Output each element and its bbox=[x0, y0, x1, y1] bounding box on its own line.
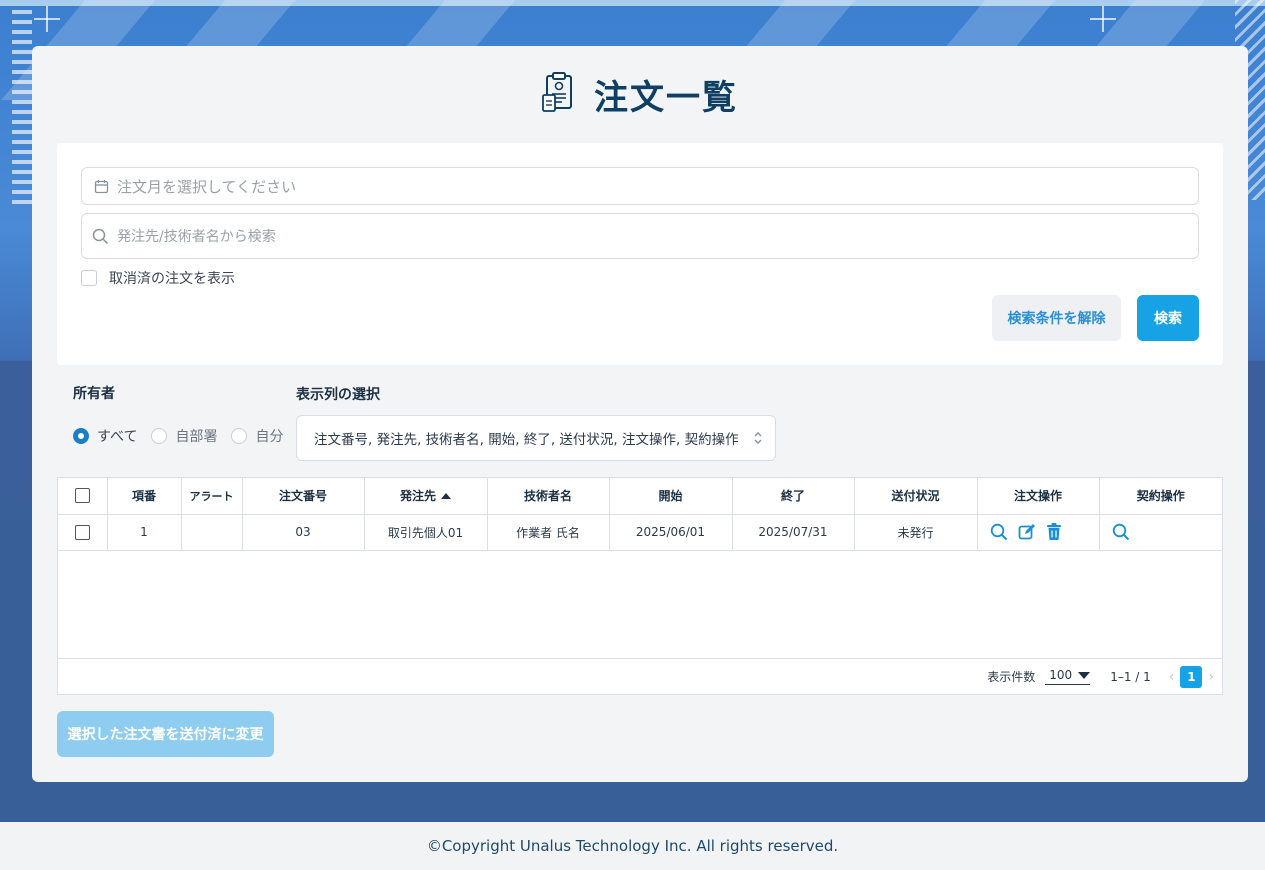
clear-filters-button[interactable]: 検索条件を解除 bbox=[992, 295, 1121, 341]
sort-ascending-icon bbox=[441, 493, 451, 500]
per-page-label: 表示件数 bbox=[987, 670, 1036, 684]
cell-end: 2025/07/31 bbox=[732, 514, 855, 551]
show-cancelled-toggle[interactable]: 取消済の注文を表示 bbox=[81, 268, 235, 288]
caret-down-icon bbox=[1078, 671, 1091, 679]
search-panel: 注文月を選択してください 発注先/技術者名から検索 取消済の注文を表示 検索条件… bbox=[57, 143, 1223, 365]
table-header-row: 項番 アラート 注文番号 発注先 技術者名 開始 終了 送付状況 注文操作 契約… bbox=[58, 478, 1222, 515]
column-select-label: 表示列の選択 bbox=[296, 387, 380, 403]
orders-table: 項番 アラート 注文番号 発注先 技術者名 開始 終了 送付状況 注文操作 契約… bbox=[57, 477, 1223, 695]
column-header-vendor[interactable]: 発注先 bbox=[364, 478, 488, 515]
prev-page-icon[interactable]: ‹ bbox=[1169, 669, 1175, 685]
cell-contract-actions bbox=[1099, 514, 1222, 551]
cell-no: 1 bbox=[107, 514, 182, 551]
show-cancelled-label: 取消済の注文を表示 bbox=[109, 271, 235, 287]
owner-option-label: すべて bbox=[97, 429, 138, 445]
owner-option-self[interactable]: 自分 bbox=[231, 426, 283, 446]
delete-order-icon[interactable] bbox=[1046, 523, 1062, 541]
search-icon bbox=[92, 228, 109, 245]
owner-label: 所有者 bbox=[73, 386, 115, 402]
search-button[interactable]: 検索 bbox=[1137, 295, 1199, 341]
order-list-icon bbox=[542, 71, 576, 117]
keyword-search-placeholder: 発注先/技術者名から検索 bbox=[117, 229, 276, 245]
next-page-icon[interactable]: › bbox=[1208, 669, 1214, 685]
pagination: 表示件数 100 1–1 / 1 ‹ 1 › bbox=[58, 658, 1222, 694]
owner-option-all[interactable]: すべて bbox=[73, 426, 137, 446]
column-header-vendor-label: 発注先 bbox=[399, 489, 436, 504]
radio-button[interactable] bbox=[231, 428, 248, 444]
column-header-order-no[interactable]: 注文番号 bbox=[242, 478, 365, 515]
cell-order-no: 03 bbox=[242, 514, 365, 551]
cell-vendor: 取引先個人01 bbox=[364, 514, 488, 551]
background-plus bbox=[1090, 6, 1116, 32]
order-month-picker[interactable]: 注文月を選択してください bbox=[81, 167, 1199, 205]
cell-engineer: 作業者 氏名 bbox=[487, 514, 610, 551]
keyword-search-input[interactable]: 発注先/技術者名から検索 bbox=[81, 213, 1199, 259]
footer: ©Copyright Unalus Technology Inc. All ri… bbox=[0, 822, 1265, 870]
cell-alert bbox=[181, 514, 243, 551]
column-header-start[interactable]: 開始 bbox=[609, 478, 733, 515]
row-select-cell bbox=[58, 514, 108, 551]
select-all-checkbox[interactable] bbox=[74, 488, 90, 504]
cell-start: 2025/06/01 bbox=[609, 514, 733, 551]
edit-order-icon[interactable] bbox=[1018, 523, 1036, 541]
cell-order-actions bbox=[977, 514, 1100, 551]
chevron-updown-icon bbox=[753, 430, 763, 450]
per-page-select[interactable]: 100 bbox=[1045, 668, 1091, 685]
copyright-text: ©Copyright Unalus Technology Inc. All ri… bbox=[426, 837, 839, 855]
table-row: 1 03 取引先個人01 作業者 氏名 2025/06/01 2025/07/3… bbox=[58, 514, 1222, 551]
column-header-no[interactable]: 項番 bbox=[107, 478, 182, 515]
owner-option-department[interactable]: 自部署 bbox=[151, 426, 217, 446]
show-cancelled-checkbox[interactable] bbox=[81, 270, 97, 286]
column-select-value: 注文番号, 発注先, 技術者名, 開始, 終了, 送付状況, 注文操作, 契約操… bbox=[314, 432, 739, 448]
page-range: 1–1 / 1 bbox=[1110, 669, 1151, 684]
select-all-cell bbox=[58, 478, 108, 515]
calendar-icon bbox=[94, 179, 109, 194]
mark-sent-button[interactable]: 選択した注文書を送付済に変更 bbox=[57, 711, 274, 757]
view-order-icon[interactable] bbox=[990, 523, 1008, 541]
column-header-status[interactable]: 送付状況 bbox=[854, 478, 978, 515]
page-title: 注文一覧 bbox=[594, 77, 738, 118]
background-topline bbox=[0, 0, 1265, 6]
owner-radio-group: すべて 自部署 自分 bbox=[73, 426, 297, 446]
owner-option-label: 自分 bbox=[255, 429, 284, 445]
column-header-order-actions: 注文操作 bbox=[977, 478, 1100, 515]
page-header: 注文一覧 bbox=[32, 70, 1248, 118]
page-button-current[interactable]: 1 bbox=[1180, 665, 1203, 688]
background-plus bbox=[34, 6, 60, 32]
cell-status: 未発行 bbox=[854, 514, 978, 551]
main-card: 注文一覧 注文月を選択してください 発注先/技術者名から検索 取消済の注文を表示… bbox=[32, 46, 1248, 782]
column-header-alert[interactable]: アラート bbox=[181, 478, 243, 515]
column-header-contract-actions: 契約操作 bbox=[1099, 478, 1222, 515]
per-page-value: 100 bbox=[1049, 668, 1073, 682]
radio-button[interactable] bbox=[73, 428, 89, 444]
view-contract-icon[interactable] bbox=[1112, 523, 1130, 541]
column-select[interactable]: 注文番号, 発注先, 技術者名, 開始, 終了, 送付状況, 注文操作, 契約操… bbox=[296, 415, 776, 461]
order-month-placeholder: 注文月を選択してください bbox=[117, 177, 297, 196]
row-checkbox[interactable] bbox=[74, 524, 90, 540]
radio-button[interactable] bbox=[151, 428, 168, 444]
background-bars bbox=[12, 10, 32, 210]
owner-option-label: 自部署 bbox=[175, 429, 218, 445]
column-header-engineer[interactable]: 技術者名 bbox=[487, 478, 610, 515]
column-header-end[interactable]: 終了 bbox=[732, 478, 855, 515]
